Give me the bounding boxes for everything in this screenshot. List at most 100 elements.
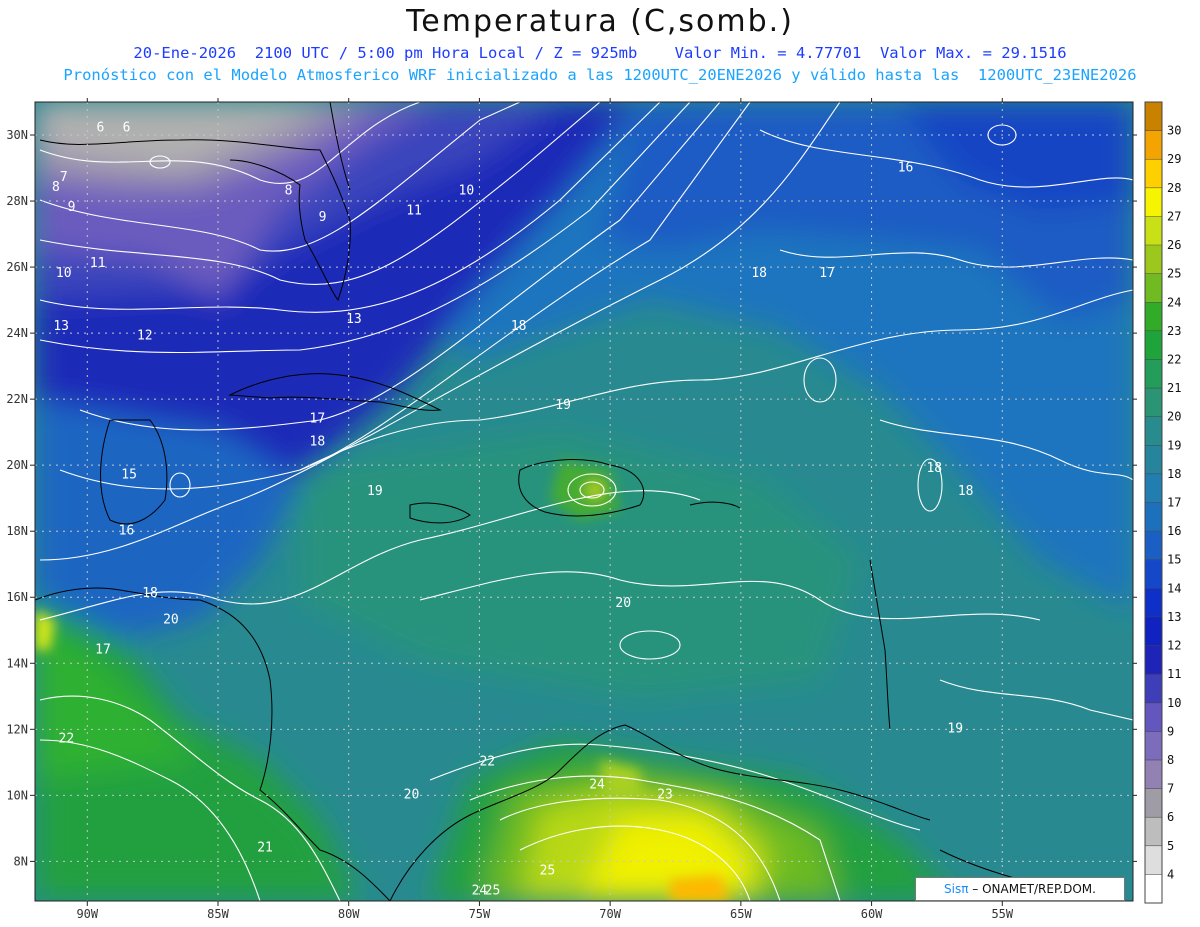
colorbar-swatch bbox=[1145, 102, 1162, 132]
colorbar-swatch bbox=[1145, 731, 1162, 761]
colorbar-label: 4 bbox=[1167, 867, 1174, 881]
colorbar-label: 5 bbox=[1167, 839, 1174, 853]
colorbar: 4 5 6 7 8 9 10 11 12 13 14 15 16 17 18 19 20 21 22 23 24 25 26… bbox=[1144, 101, 1181, 904]
colorbar-label: 15 bbox=[1167, 553, 1181, 567]
colorbar-swatch bbox=[1145, 559, 1162, 589]
colorbar-label: 12 bbox=[1167, 639, 1181, 653]
colorbar-label: 30 bbox=[1167, 124, 1181, 138]
colorbar-swatch bbox=[1145, 159, 1162, 189]
colorbar-swatch bbox=[1145, 788, 1162, 818]
colorbar-swatch bbox=[1145, 330, 1162, 360]
colorbar-swatch bbox=[1145, 616, 1162, 646]
colorbar-swatch bbox=[1145, 445, 1162, 475]
lon-tick-label: 75W bbox=[469, 907, 491, 921]
colorbar-swatch bbox=[1145, 388, 1162, 418]
lon-tick-label: 80W bbox=[338, 907, 360, 921]
lat-tick-label: 28N bbox=[6, 194, 28, 208]
colorbar-label: 25 bbox=[1167, 267, 1181, 281]
contour-label: 18 bbox=[751, 266, 767, 281]
colorbar-label: 23 bbox=[1167, 324, 1181, 338]
colorbar-label: 26 bbox=[1167, 238, 1181, 252]
contour-label: 19 bbox=[947, 722, 963, 737]
contour-label: 17 bbox=[310, 411, 326, 426]
lat-tick-label: 8N bbox=[14, 854, 28, 868]
lon-tick-label: 55W bbox=[991, 907, 1013, 921]
contour-label: 20 bbox=[404, 788, 420, 803]
colorbar-swatch bbox=[1145, 245, 1162, 275]
lat-tick-label: 12N bbox=[6, 722, 28, 736]
lat-tick-label: 26N bbox=[6, 260, 28, 274]
contour-label: 17 bbox=[819, 266, 835, 281]
colorbar-label: 6 bbox=[1167, 810, 1174, 824]
colorbar-label: 7 bbox=[1167, 782, 1174, 796]
colorbar-label: 11 bbox=[1167, 667, 1181, 681]
temperature-map: 6 678910118910111312131718151619181720222… bbox=[6, 98, 1181, 921]
contour-label: 25 bbox=[540, 864, 556, 879]
colorbar-label: 8 bbox=[1167, 753, 1174, 767]
contour-label: 10 bbox=[459, 183, 475, 198]
colorbar-label: 22 bbox=[1167, 352, 1181, 366]
contour-label: 11 bbox=[90, 256, 106, 271]
contour-label: 19 bbox=[555, 398, 571, 413]
colorbar-swatch bbox=[1145, 588, 1162, 618]
lat-tick-label: 10N bbox=[6, 788, 28, 802]
contour-label: 21 bbox=[257, 840, 273, 855]
contour-label: 18 bbox=[511, 319, 527, 334]
colorbar-swatch bbox=[1145, 702, 1162, 732]
colorbar-label: 27 bbox=[1167, 209, 1181, 223]
lat-tick-label: 24N bbox=[6, 326, 28, 340]
lon-tick-label: 65W bbox=[730, 907, 752, 921]
colorbar-swatch bbox=[1145, 216, 1162, 246]
credit-org: – ONAMET/REP.DOM. bbox=[972, 882, 1096, 896]
colorbar-label: 9 bbox=[1167, 724, 1174, 738]
contour-label: 9 bbox=[319, 210, 327, 225]
lat-tick-label: 20N bbox=[6, 458, 28, 472]
colorbar-swatch bbox=[1145, 759, 1162, 789]
contour-label: 16 bbox=[119, 524, 135, 539]
contour-label: 12 bbox=[137, 329, 153, 344]
contour-label: 13 bbox=[53, 319, 69, 334]
colorbar-swatch bbox=[1145, 845, 1162, 875]
map-title: Temperatura (C,somb.) bbox=[406, 4, 794, 39]
lon-tick-label: 70W bbox=[599, 907, 621, 921]
contour-label: 9 bbox=[68, 200, 76, 215]
contour-label: 8 bbox=[285, 183, 293, 198]
contour-label: 6 bbox=[96, 121, 104, 136]
colorbar-swatch bbox=[1145, 187, 1162, 217]
colorbar-label: 17 bbox=[1167, 496, 1181, 510]
lat-tick-label: 30N bbox=[6, 128, 28, 142]
colorbar-swatch bbox=[1145, 817, 1162, 847]
colorbar-label: 14 bbox=[1167, 581, 1181, 595]
colorbar-label: 10 bbox=[1167, 696, 1181, 710]
colorbar-swatch bbox=[1145, 874, 1162, 904]
lon-tick-label: 85W bbox=[207, 907, 229, 921]
colorbar-label: 20 bbox=[1167, 410, 1181, 424]
colorbar-label: 29 bbox=[1167, 152, 1181, 166]
sispi-logo: Sisπ bbox=[944, 882, 969, 896]
contour-label: 18 bbox=[310, 434, 326, 449]
colorbar-swatch bbox=[1145, 674, 1162, 704]
colorbar-swatch bbox=[1145, 302, 1162, 332]
contour-label: 18 bbox=[926, 461, 942, 476]
colorbar-swatch bbox=[1145, 359, 1162, 389]
colorbar-swatch bbox=[1145, 473, 1162, 503]
contour-label: 7 bbox=[60, 170, 68, 185]
contour-label: 11 bbox=[406, 203, 422, 218]
contour-label: 13 bbox=[346, 312, 362, 327]
contour-label: 25 bbox=[485, 883, 501, 898]
colorbar-swatch bbox=[1145, 531, 1162, 561]
colorbar-label: 21 bbox=[1167, 381, 1181, 395]
colorbar-label: 18 bbox=[1167, 467, 1181, 481]
contour-label: 24 bbox=[589, 778, 605, 793]
contour-label: 8 bbox=[52, 180, 60, 195]
contour-label: 22 bbox=[479, 755, 495, 770]
contour-label: 19 bbox=[367, 484, 383, 499]
colorbar-label: 24 bbox=[1167, 295, 1181, 309]
lon-tick-label: 60W bbox=[861, 907, 883, 921]
lat-tick-label: 18N bbox=[6, 524, 28, 538]
contour-label: 6 bbox=[123, 121, 131, 136]
contour-label: 23 bbox=[657, 788, 673, 803]
colorbar-swatch bbox=[1145, 502, 1162, 532]
run-info-line: 20-Ene-2026 2100 UTC / 5:00 pm Hora Loca… bbox=[133, 44, 1067, 62]
contour-label: 16 bbox=[898, 160, 914, 175]
